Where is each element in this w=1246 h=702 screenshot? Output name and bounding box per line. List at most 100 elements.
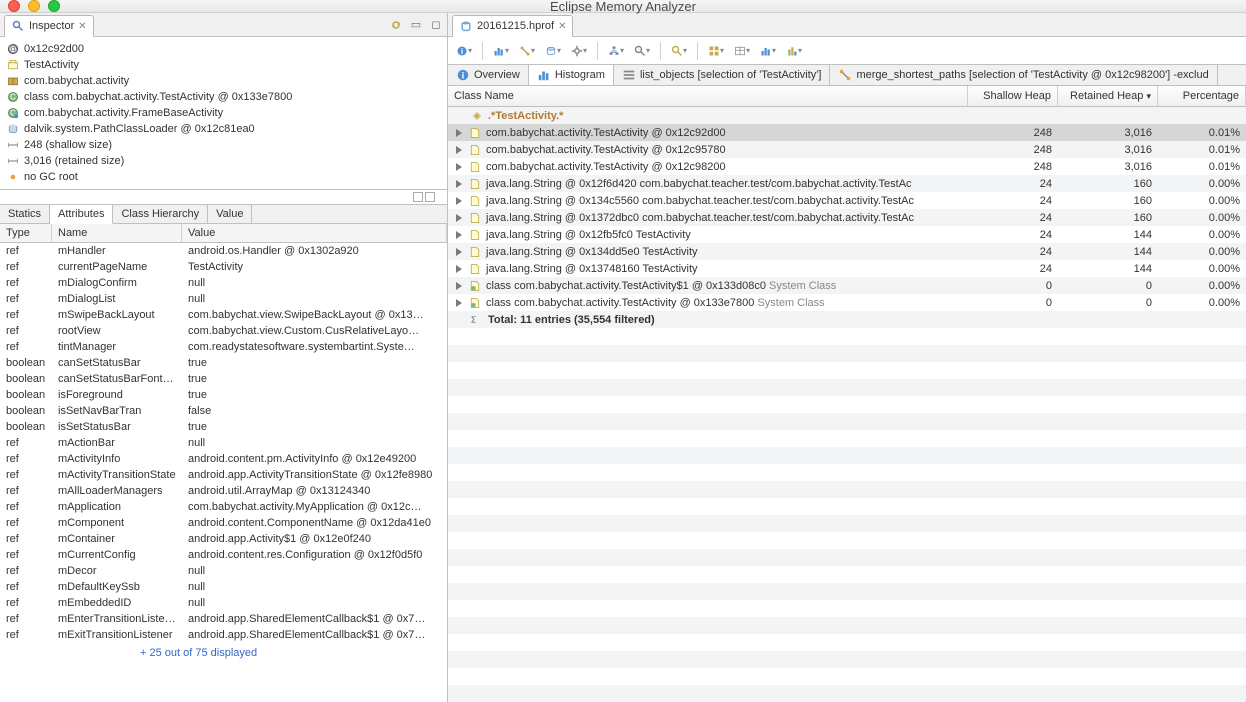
subtab-value[interactable]: Value — [208, 205, 252, 223]
subtab-statics[interactable]: Statics — [0, 205, 50, 223]
toolbar-loader-icon[interactable]: ▾ — [545, 43, 561, 59]
tree-row[interactable]: no GC root — [0, 169, 447, 185]
close-tab-icon[interactable]: ✕ — [78, 21, 86, 32]
grid-row[interactable]: java.lang.String @ 0x12f6d420 com.babych… — [448, 175, 1246, 192]
filter-row[interactable]: .*TestActivity.* — [448, 107, 1246, 124]
filter-num[interactable] — [1158, 115, 1246, 117]
tree-row[interactable]: Ccom.babychat.activity.FrameBaseActivity — [0, 105, 447, 121]
subtab-attributes[interactable]: Attributes — [50, 205, 113, 224]
attr-row[interactable]: refmContainerandroid.app.Activity$1 @ 0x… — [0, 531, 447, 547]
grid-row[interactable]: class com.babychat.activity.TestActivity… — [448, 294, 1246, 311]
tree-row[interactable]: TestActivity — [0, 57, 447, 73]
attr-row[interactable]: refrootViewcom.babychat.view.Custom.CusR… — [0, 323, 447, 339]
grid-row[interactable]: com.babychat.activity.TestActivity @ 0x1… — [448, 124, 1246, 141]
grid-row[interactable]: java.lang.String @ 0x13748160 TestActivi… — [448, 260, 1246, 277]
attr-row[interactable]: refmComponentandroid.content.ComponentNa… — [0, 515, 447, 531]
filter-num[interactable] — [1058, 115, 1158, 117]
col-retained-heap[interactable]: Retained Heap ▾ — [1058, 86, 1158, 106]
hprof-file-tab[interactable]: 20161215.hprof ✕ — [452, 15, 573, 37]
subtab-class-hierarchy[interactable]: Class Hierarchy — [113, 205, 208, 223]
grid-row[interactable]: com.babychat.activity.TestActivity @ 0x1… — [448, 158, 1246, 175]
col-percentage[interactable]: Percentage — [1158, 86, 1246, 106]
attr-row[interactable]: refcurrentPageNameTestActivity — [0, 259, 447, 275]
col-type[interactable]: Type — [0, 224, 52, 242]
attr-row[interactable]: reftintManagercom.readystatesoftware.sys… — [0, 339, 447, 355]
toolbar-info-icon[interactable]: i▾ — [456, 43, 472, 59]
filter-regex[interactable]: .*TestActivity.* — [488, 110, 563, 122]
expand-icon[interactable] — [456, 231, 462, 239]
tree-row[interactable]: 248 (shallow size) — [0, 137, 447, 153]
maximize-view-icon[interactable]: ◻ — [429, 18, 443, 32]
attr-row[interactable]: refmEmbeddedIDnull — [0, 595, 447, 611]
result-tab[interactable]: iOverview — [448, 65, 529, 85]
attr-row[interactable]: refmEnterTransitionListenerandroid.app.S… — [0, 611, 447, 627]
result-tab[interactable]: merge_shortest_paths [selection of 'Test… — [830, 65, 1217, 85]
expand-icon[interactable] — [456, 146, 462, 154]
col-value[interactable]: Value — [182, 224, 447, 242]
attr-row[interactable]: refmAllLoaderManagersandroid.util.ArrayM… — [0, 483, 447, 499]
toolbar-hist2-icon[interactable]: ▾ — [760, 43, 776, 59]
expand-icon[interactable] — [456, 163, 462, 171]
attr-row[interactable]: booleanisSetStatusBartrue — [0, 419, 447, 435]
attr-row[interactable]: refmDefaultKeySsbnull — [0, 579, 447, 595]
attributes-table[interactable]: Type Name Value refmHandlerandroid.os.Ha… — [0, 224, 447, 702]
expand-icon[interactable] — [456, 265, 462, 273]
tree-row[interactable]: dalvik.system.PathClassLoader @ 0x12c81e… — [0, 121, 447, 137]
attr-row[interactable]: booleancanSetStatusBartrue — [0, 355, 447, 371]
result-tab[interactable]: Histogram — [529, 65, 614, 85]
grid-row[interactable]: java.lang.String @ 0x12fb5fc0 TestActivi… — [448, 226, 1246, 243]
attr-row[interactable]: refmHandlerandroid.os.Handler @ 0x1302a9… — [0, 243, 447, 259]
toolbar-gear-icon[interactable]: ▾ — [571, 43, 587, 59]
toolbar-lens-icon[interactable]: ▾ — [634, 43, 650, 59]
expand-icon[interactable] — [456, 282, 462, 290]
attr-row[interactable]: refmApplicationcom.babychat.activity.MyA… — [0, 499, 447, 515]
tree-row[interactable]: 3,016 (retained size) — [0, 153, 447, 169]
toolbar-bar-icon[interactable]: ▾ — [786, 43, 802, 59]
attr-row[interactable]: refmDialogListnull — [0, 291, 447, 307]
show-more-link[interactable]: + 25 out of 75 displayed — [0, 643, 447, 663]
attr-row[interactable]: refmActionBarnull — [0, 435, 447, 451]
toolbar-search-icon[interactable]: ▾ — [671, 43, 687, 59]
expand-icon[interactable] — [456, 180, 462, 188]
expand-icon[interactable] — [456, 248, 462, 256]
attr-row[interactable]: booleancanSetStatusBarFont…true — [0, 371, 447, 387]
grid-row[interactable]: java.lang.String @ 0x1372dbc0 com.babych… — [448, 209, 1246, 226]
grid-row[interactable]: java.lang.String @ 0x134dd5e0 TestActivi… — [448, 243, 1246, 260]
grid-row[interactable]: java.lang.String @ 0x134c5560 com.babych… — [448, 192, 1246, 209]
attr-row[interactable]: refmActivityTransitionStateandroid.app.A… — [0, 467, 447, 483]
tree-row[interactable]: @0x12c92d00 — [0, 41, 447, 57]
filter-num[interactable] — [968, 115, 1058, 117]
toolbar-tree-icon[interactable]: ▾ — [608, 43, 624, 59]
tree-row[interactable]: Cclass com.babychat.activity.TestActivit… — [0, 89, 447, 105]
toolbar-grid-icon[interactable]: ▾ — [708, 43, 724, 59]
expand-icon[interactable] — [456, 197, 462, 205]
result-grid[interactable]: Class Name Shallow Heap Retained Heap ▾ … — [448, 86, 1246, 702]
attr-row[interactable]: refmActivityInfoandroid.content.pm.Activ… — [0, 451, 447, 467]
inspector-tab[interactable]: Inspector ✕ — [4, 15, 94, 37]
tree-row[interactable]: com.babychat.activity — [0, 73, 447, 89]
attr-row[interactable]: refmDialogConfirmnull — [0, 275, 447, 291]
result-tab[interactable]: list_objects [selection of 'TestActivity… — [614, 65, 831, 85]
toolbar-table-icon[interactable]: ▾ — [734, 43, 750, 59]
attr-row[interactable]: refmDecornull — [0, 563, 447, 579]
attr-row[interactable]: booleanisForegroundtrue — [0, 387, 447, 403]
col-name[interactable]: Name — [52, 224, 182, 242]
col-shallow-heap[interactable]: Shallow Heap — [968, 86, 1058, 106]
sync-icon[interactable] — [389, 18, 403, 32]
view-menu-icon[interactable] — [413, 192, 423, 202]
attr-row[interactable]: refmCurrentConfigandroid.content.res.Con… — [0, 547, 447, 563]
view-max-icon[interactable] — [425, 192, 435, 202]
toolbar-hist-icon[interactable]: ▾ — [493, 43, 509, 59]
close-file-tab-icon[interactable]: ✕ — [558, 21, 566, 32]
grid-row[interactable]: class com.babychat.activity.TestActivity… — [448, 277, 1246, 294]
expand-icon[interactable] — [456, 299, 462, 307]
attr-row[interactable]: booleanisSetNavBarTranfalse — [0, 403, 447, 419]
expand-icon[interactable] — [456, 214, 462, 222]
attr-row[interactable]: refmSwipeBackLayoutcom.babychat.view.Swi… — [0, 307, 447, 323]
minimize-view-icon[interactable]: ▭ — [409, 18, 423, 32]
toolbar-path-icon[interactable]: ▾ — [519, 43, 535, 59]
attr-row[interactable]: refmExitTransitionListenerandroid.app.Sh… — [0, 627, 447, 643]
grid-row[interactable]: com.babychat.activity.TestActivity @ 0x1… — [448, 141, 1246, 158]
expand-icon[interactable] — [456, 129, 462, 137]
col-class-name[interactable]: Class Name — [448, 86, 968, 106]
